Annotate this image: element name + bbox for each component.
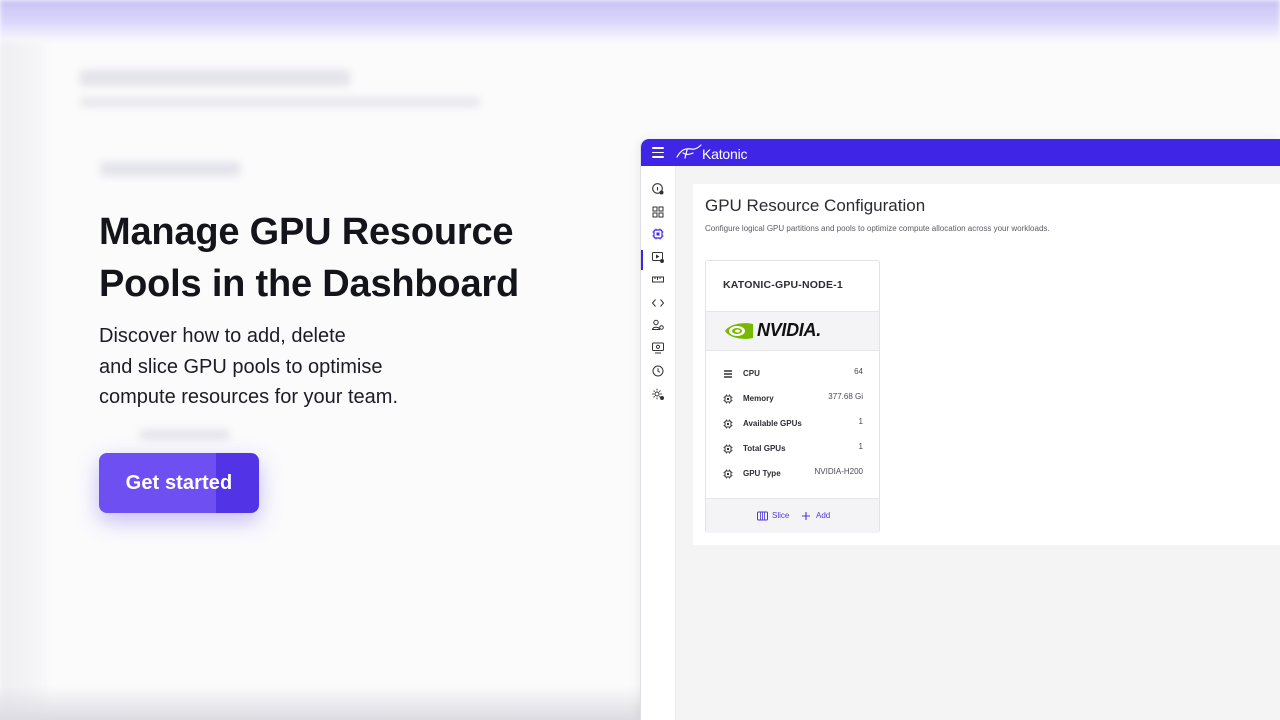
dashboard-preview: Katonic GPU Resource Configuration Confi… bbox=[640, 139, 1280, 720]
spec-row-available-gpus: Available GPUs 1 bbox=[723, 417, 863, 431]
page-title: GPU Resource Configuration bbox=[705, 196, 926, 215]
spec-value: 1 bbox=[858, 417, 863, 426]
background-app-header bbox=[0, 0, 1280, 42]
brand-name: Katonic bbox=[702, 146, 748, 162]
spec-value: 377.68 Gi bbox=[828, 392, 863, 401]
hamburger-menu-icon[interactable] bbox=[652, 147, 664, 158]
spec-value: 64 bbox=[854, 367, 863, 376]
hero-title-line: Pools in the Dashboard bbox=[99, 263, 519, 305]
slice-button[interactable]: Slice bbox=[757, 510, 791, 522]
slice-icon bbox=[757, 511, 768, 521]
page-subtitle: Configure logical GPU partitions and poo… bbox=[705, 224, 1050, 233]
spec-value: NVIDIA-H200 bbox=[814, 467, 863, 476]
slice-label: Slice bbox=[772, 511, 790, 520]
hero-description-line: Discover how to add, delete bbox=[99, 325, 346, 347]
card-actions: Slice Add bbox=[706, 498, 879, 533]
background-blurred-line bbox=[140, 430, 230, 440]
dashboard-topbar: Katonic bbox=[641, 139, 1280, 166]
nvidia-logo-icon bbox=[725, 323, 753, 339]
spec-label: Memory bbox=[743, 394, 774, 403]
monitor-icon[interactable] bbox=[651, 341, 665, 355]
hero-description-line: compute resources for your team. bbox=[99, 386, 399, 408]
hero-description: Discover how to add, delete and slice GP… bbox=[99, 321, 479, 413]
dashboard-sidebar bbox=[641, 166, 676, 720]
add-button[interactable]: Add bbox=[801, 510, 833, 522]
background-app-footer bbox=[0, 686, 640, 720]
vendor-logo-area: NVIDIA. bbox=[706, 311, 879, 351]
plus-icon bbox=[802, 512, 810, 520]
spec-value: 1 bbox=[858, 442, 863, 451]
gear-icon[interactable] bbox=[651, 387, 665, 401]
cpu-chip-icon[interactable] bbox=[651, 227, 665, 241]
grid-icon[interactable] bbox=[651, 205, 665, 219]
ruler-icon[interactable] bbox=[651, 273, 665, 287]
chip-icon bbox=[723, 419, 733, 429]
spec-label: CPU bbox=[743, 369, 760, 378]
spec-row-memory: Memory 377.68 Gi bbox=[723, 392, 863, 406]
spec-label: GPU Type bbox=[743, 469, 781, 478]
hero-description-line: and slice GPU pools to optimise bbox=[99, 355, 383, 378]
hero-title-line: Manage GPU Resource bbox=[99, 211, 514, 253]
spec-label: Available GPUs bbox=[743, 419, 802, 428]
spec-row-total-gpus: Total GPUs 1 bbox=[723, 442, 863, 456]
vendor-name: NVIDIA. bbox=[757, 320, 821, 340]
dashboard-content: GPU Resource Configuration Configure log… bbox=[693, 184, 1280, 545]
code-icon[interactable] bbox=[651, 296, 665, 310]
background-blurred-line bbox=[100, 162, 240, 176]
video-icon[interactable] bbox=[651, 250, 665, 264]
spec-row-cpu: CPU 64 bbox=[723, 367, 863, 381]
get-started-button[interactable]: Get started bbox=[99, 453, 259, 513]
gpu-node-card: KATONIC-GPU-NODE-1 NVIDIA. CPU 64 Memory… bbox=[705, 260, 880, 533]
background-app-sidebar bbox=[0, 42, 46, 720]
chip-icon bbox=[723, 469, 733, 479]
chip-icon bbox=[723, 444, 733, 454]
spec-row-gpu-type: GPU Type NVIDIA-H200 bbox=[723, 467, 863, 481]
background-blurred-line bbox=[80, 98, 480, 106]
add-label: Add bbox=[816, 511, 831, 520]
info-icon[interactable] bbox=[651, 182, 665, 196]
sidebar-active-indicator bbox=[641, 250, 643, 270]
node-name: KATONIC-GPU-NODE-1 bbox=[723, 279, 843, 291]
background-blurred-line bbox=[80, 70, 350, 86]
spec-label: Total GPUs bbox=[743, 444, 786, 453]
users-icon[interactable] bbox=[651, 318, 665, 332]
katonic-logo-icon bbox=[676, 144, 702, 159]
hero-title: Manage GPU Resource Pools in the Dashboa… bbox=[99, 206, 579, 310]
history-icon[interactable] bbox=[651, 364, 665, 378]
list-icon bbox=[724, 370, 732, 378]
chip-icon bbox=[723, 394, 733, 404]
